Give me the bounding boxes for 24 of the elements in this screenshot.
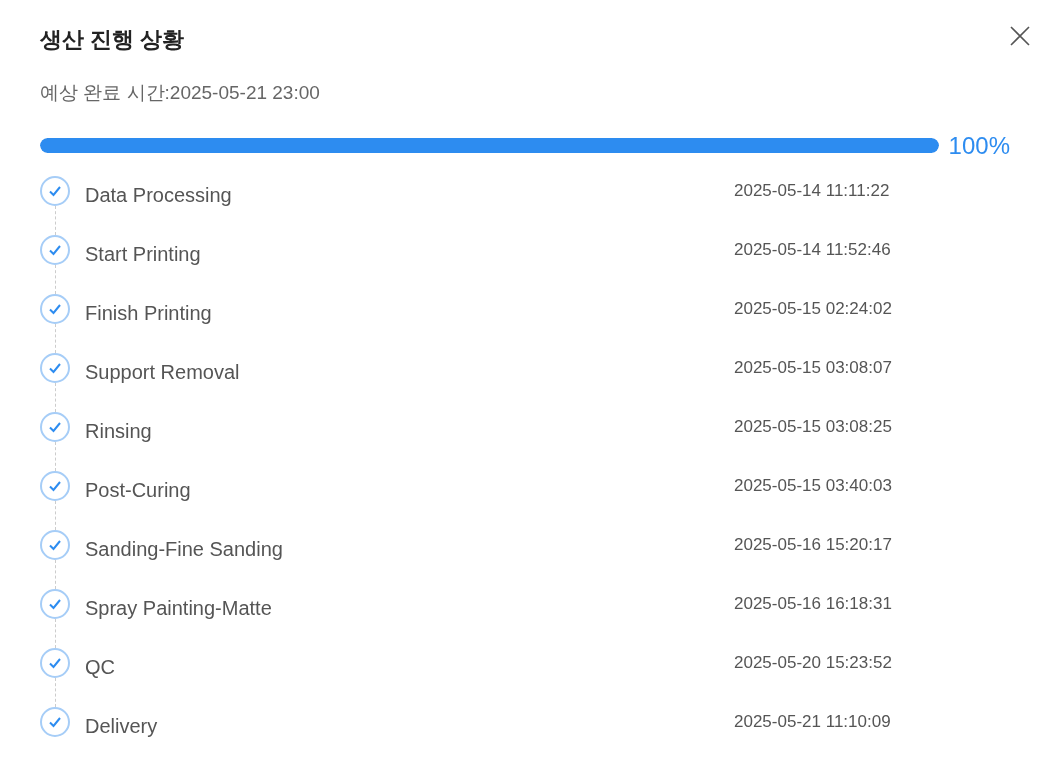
step-time: 2025-05-14 11:11:22: [734, 179, 890, 202]
progress-percent: 100%: [948, 130, 1010, 161]
step-label: Start Printing: [85, 241, 202, 267]
step-label: Data Processing: [85, 182, 233, 208]
step-label: Sanding-Fine Sanding: [85, 536, 284, 562]
step-label: Rinsing: [85, 418, 153, 444]
step-time: 2025-05-16 16:18:31: [734, 592, 892, 615]
step-time: 2025-05-20 15:23:52: [734, 651, 892, 674]
step-time: 2025-05-15 02:24:02: [734, 297, 892, 320]
step-time: 2025-05-15 03:40:03: [734, 474, 892, 497]
step-time: 2025-05-21 11:10:09: [734, 710, 891, 733]
step-time: 2025-05-14 11:52:46: [734, 238, 891, 261]
step-label: Delivery: [85, 713, 159, 739]
step-label: QC: [85, 654, 116, 680]
step-time: 2025-05-15 03:08:07: [734, 356, 892, 379]
estimated-completion: 예상 완료 시간:2025-05-21 23:00: [40, 82, 320, 103]
step-label: Spray Painting-Matte: [85, 595, 273, 621]
step-time: 2025-05-16 15:20:17: [734, 533, 892, 556]
step-time: 2025-05-15 03:08:25: [734, 415, 892, 438]
close-icon[interactable]: [1010, 26, 1030, 46]
step-label: Post-Curing: [85, 477, 192, 503]
dialog-title: 생산 진행 상황: [40, 25, 185, 54]
step-label: Support Removal: [85, 359, 241, 385]
step-label: Finish Printing: [85, 300, 213, 326]
